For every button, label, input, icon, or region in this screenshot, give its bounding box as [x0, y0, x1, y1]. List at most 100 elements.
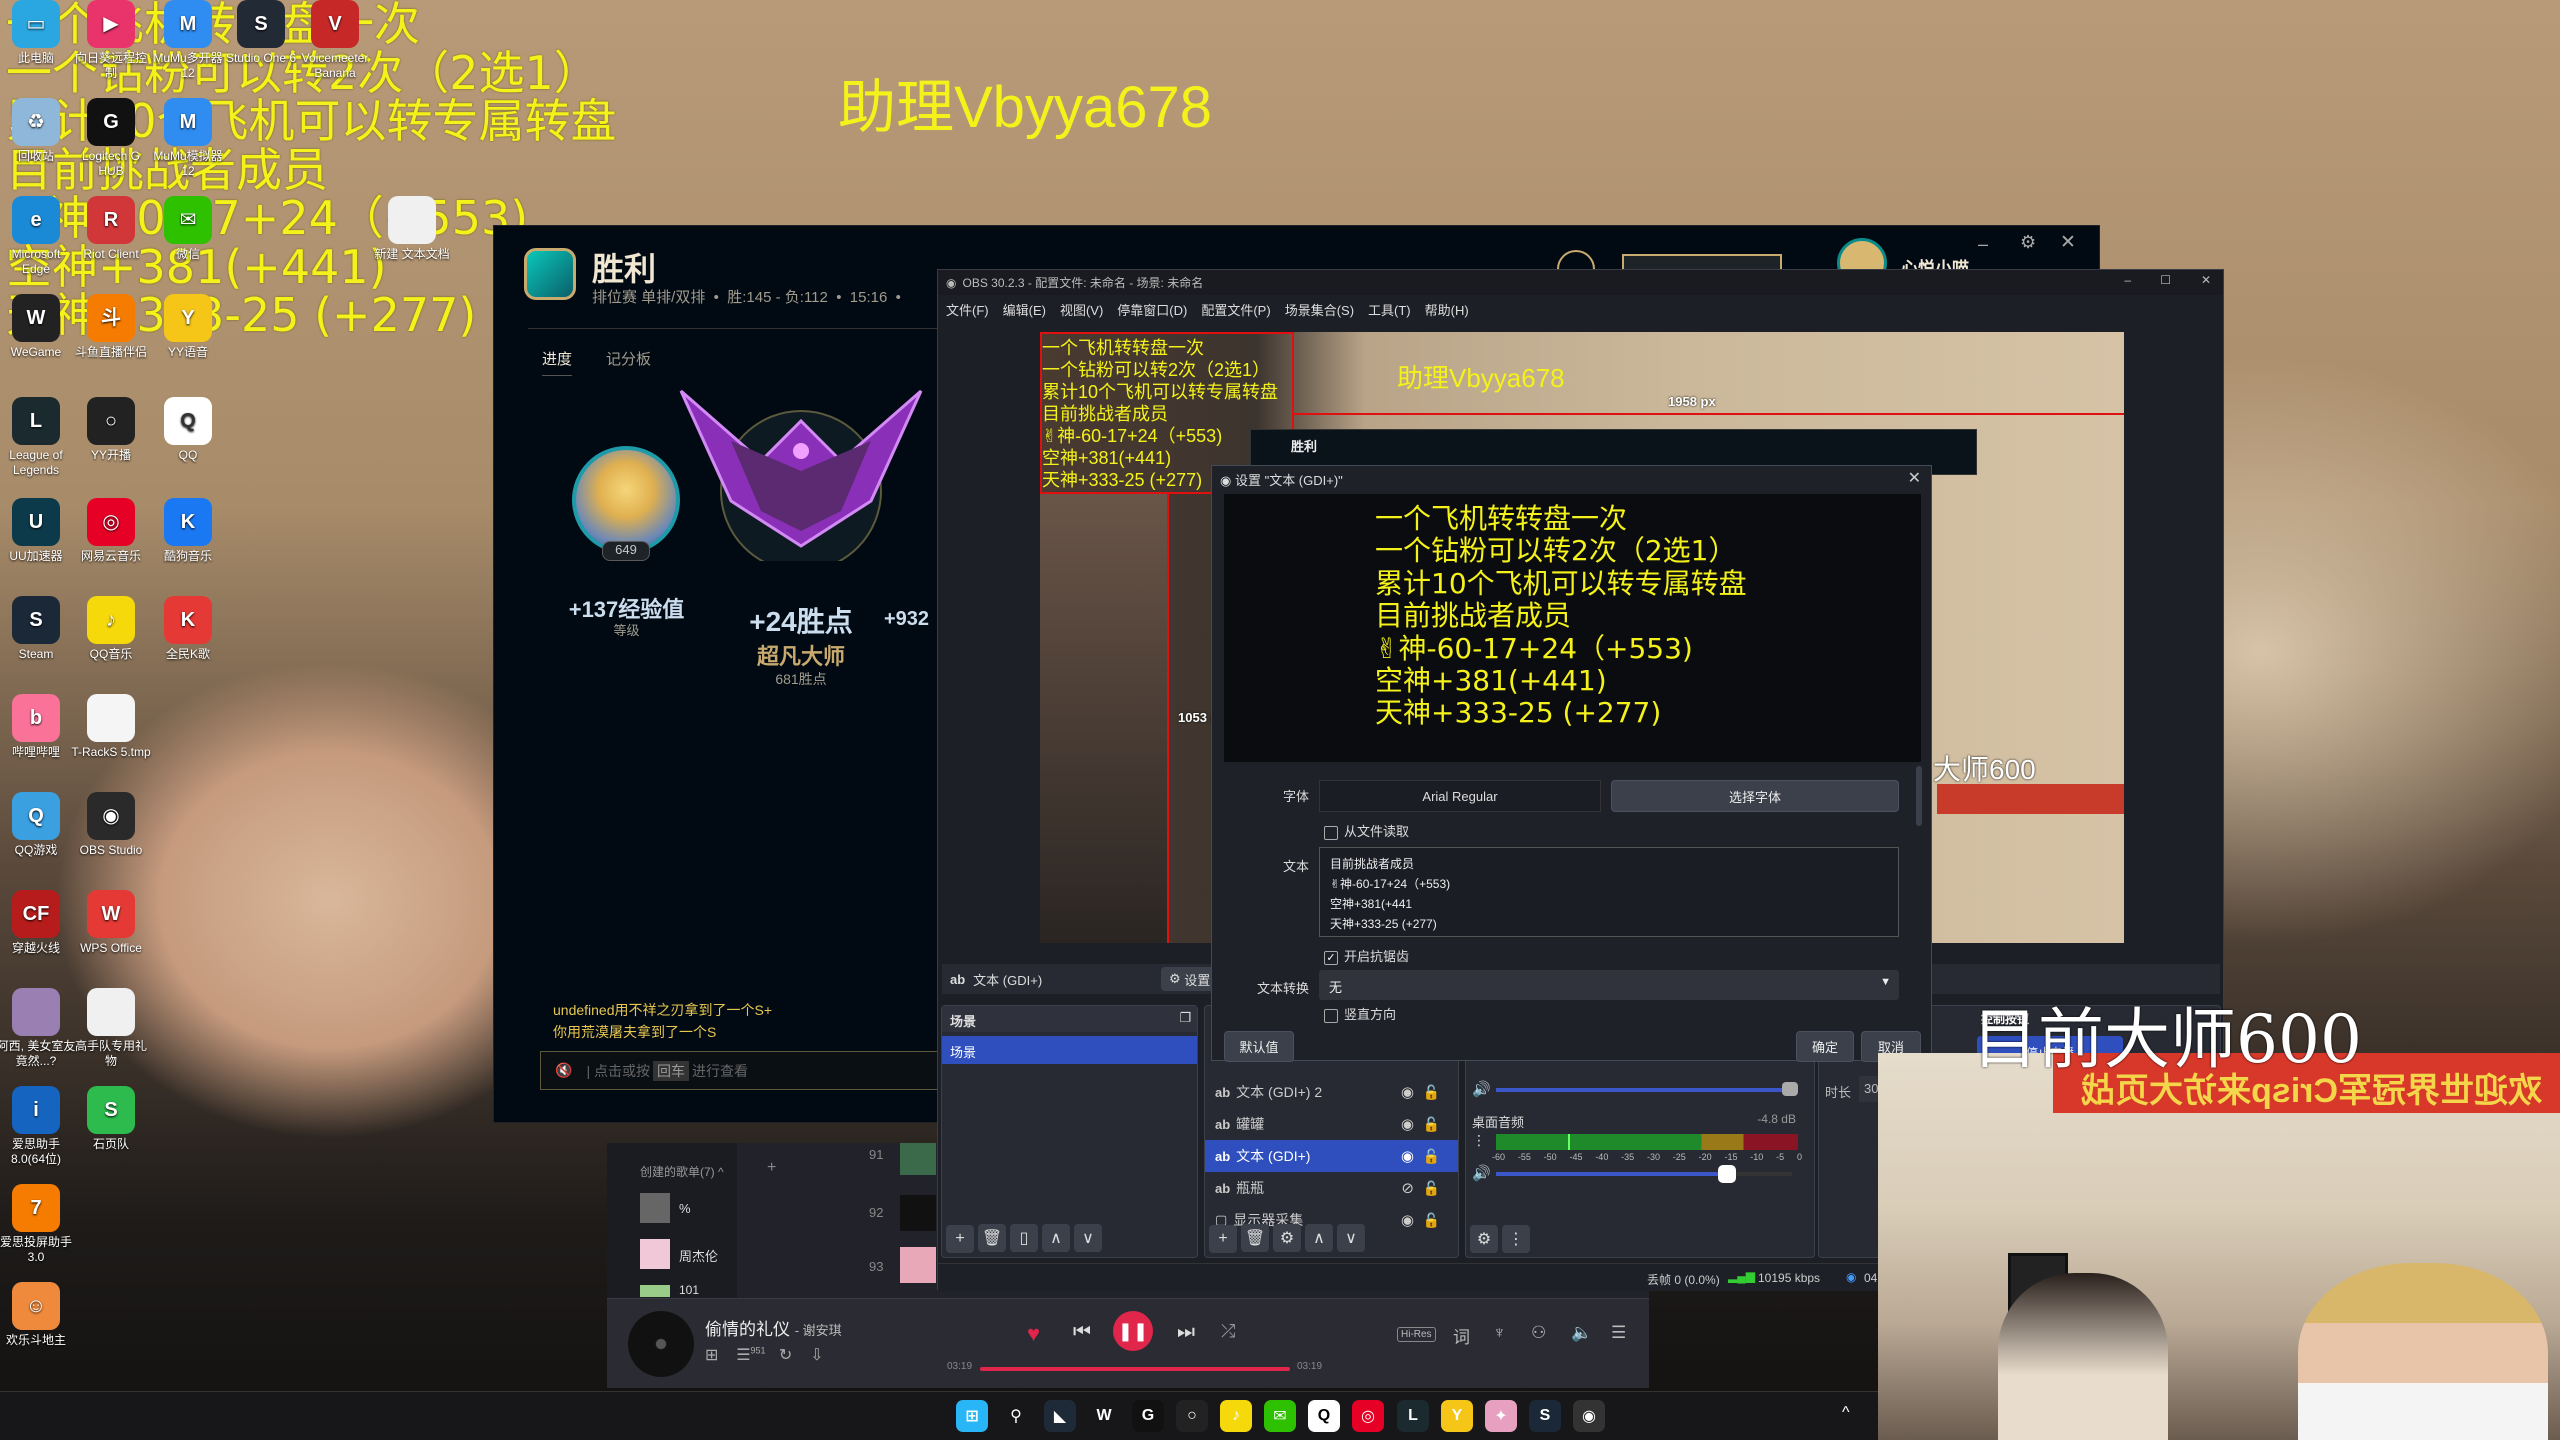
next-icon[interactable]: ⏭ [1177, 1321, 1195, 1344]
desktop-icon[interactable]: M MuMu模拟器12 [148, 98, 228, 179]
chat-input[interactable]: 🔇 | 点击或按 回车 进行查看 [540, 1051, 960, 1090]
menu-item[interactable]: 帮助(H) [1425, 303, 1469, 318]
move-down-button[interactable]: ∨ [1337, 1224, 1365, 1252]
taskbar-steam-icon[interactable]: S [1529, 1400, 1561, 1432]
eye-icon[interactable]: ◉ [1401, 1083, 1414, 1101]
desktop-icon[interactable]: L League of Legends [0, 397, 76, 478]
eye-icon[interactable]: ◉ [1401, 1211, 1414, 1229]
lock-icon[interactable]: 🔓 [1423, 1084, 1440, 1101]
desktop-icon[interactable]: b 哔哩哔哩 [0, 694, 76, 760]
close-icon[interactable]: ✕ [2201, 273, 2211, 287]
taskbar-ghub-icon[interactable]: G [1132, 1400, 1164, 1432]
close-icon[interactable]: ✕ [2060, 231, 2076, 254]
add-scene-button[interactable]: + [946, 1225, 974, 1253]
advanced-audio-button[interactable]: ⚙ [1470, 1225, 1498, 1253]
volume-slider-handle[interactable] [1782, 1082, 1798, 1096]
playlist-item[interactable]: 周杰伦 [679, 1246, 718, 1265]
source-item[interactable]: ab 文本 (GDI+) ◉ 🔓 [1205, 1140, 1458, 1172]
source-item[interactable]: ab 文本 (GDI+) 2 ◉ 🔓 [1205, 1076, 1458, 1108]
ok-button[interactable]: 确定 [1796, 1031, 1854, 1062]
shuffle-icon[interactable]: ⤮ [1221, 1321, 1235, 1342]
source-item[interactable]: ab 瓶瓶 ⊘ 🔓 [1205, 1172, 1458, 1204]
desktop-icon[interactable]: ▭ 此电脑 [0, 0, 76, 66]
add-source-button[interactable]: + [1209, 1225, 1237, 1253]
menu-item[interactable]: 配置文件(P) [1201, 303, 1270, 318]
desktop-icon[interactable]: i 爱思助手8.0(64位) [0, 1086, 76, 1167]
download-icon[interactable]: ⇩ [810, 1347, 823, 1364]
mute-icon[interactable]: 🔇 [555, 1062, 572, 1079]
volume-icon[interactable]: 🔈 [1571, 1323, 1592, 1343]
desktop-icon[interactable]: R Riot Client [71, 196, 151, 262]
taskbar-netease-icon[interactable]: ◎ [1352, 1400, 1384, 1432]
lock-icon[interactable]: 🔓 [1423, 1212, 1440, 1229]
song-title[interactable]: 偷情的礼仪 [705, 1320, 790, 1339]
desktop-icon[interactable]: U UU加速器 [0, 498, 76, 564]
desktop-icon[interactable]: CF 穿越火线 [0, 890, 76, 956]
desktop-icon[interactable]: ♻ 回收站 [0, 98, 76, 164]
desktop-icon[interactable]: ▶ 向日葵远程控制 [71, 0, 151, 81]
menu-item[interactable]: 工具(T) [1368, 303, 1411, 318]
progress-bar[interactable] [980, 1367, 1290, 1371]
checkbox-icon[interactable] [1324, 1008, 1338, 1023]
desktop-icon[interactable]: K 酷狗音乐 [148, 498, 228, 564]
menu-item[interactable]: 场景集合(S) [1285, 303, 1354, 318]
hires-badge[interactable]: Hi-Res [1397, 1327, 1436, 1342]
maximize-icon[interactable]: ☐ [2160, 273, 2171, 287]
speaker-icon[interactable]: 🔊 [1472, 1164, 1491, 1182]
minimize-icon[interactable]: – [1978, 234, 1988, 255]
share-icon[interactable]: ↻ [779, 1347, 792, 1364]
desktop-icon[interactable]: W WPS Office [71, 890, 151, 956]
scene-item[interactable]: 场景 [942, 1036, 1197, 1064]
mixer-menu-button[interactable]: ⋮ [1502, 1225, 1530, 1253]
menu-item[interactable]: 视图(V) [1060, 303, 1103, 318]
add-to-playlist-icon[interactable]: ⊞ [705, 1347, 718, 1364]
scene-filter-button[interactable]: ▯ [1010, 1224, 1038, 1252]
lock-icon[interactable]: 🔓 [1423, 1180, 1440, 1197]
gear-icon[interactable]: ⚙ [2020, 232, 2036, 253]
desktop-icon[interactable]: e Microsoft Edge [0, 196, 76, 277]
desktop-icon[interactable]: Q QQ [148, 397, 228, 463]
desktop-icon[interactable]: S Steam [0, 596, 76, 662]
eye-off-icon[interactable]: ⊘ [1401, 1179, 1414, 1197]
desktop-icon[interactable]: 斗斗鱼直播伴侣 [71, 294, 151, 360]
text-input[interactable]: 目前挑战者成员 ✌神-60-17+24（+553) 空神+381(+441 天神+33… [1319, 847, 1899, 937]
sound-effect-icon[interactable]: ♆ [1493, 1323, 1506, 1343]
desktop-icon[interactable]: ◉ OBS Studio [71, 792, 151, 858]
move-down-button[interactable]: ∨ [1074, 1224, 1102, 1252]
playlist-item[interactable]: 101 [679, 1283, 699, 1297]
desktop-icon[interactable]: G Logitech G HUB [71, 98, 151, 179]
vertical-checkbox[interactable]: 竖直方向 [1324, 1007, 1396, 1023]
lock-icon[interactable]: 🔓 [1423, 1116, 1440, 1133]
artist-name[interactable]: - 谢安琪 [795, 1323, 842, 1338]
menu-item[interactable]: 停靠窗口(D) [1117, 303, 1187, 318]
desktop-icon[interactable]: ♪ QQ音乐 [71, 596, 151, 662]
tab-progress[interactable]: 进度 [542, 348, 573, 376]
taskbar-wheel-icon[interactable]: ✦ [1485, 1400, 1517, 1432]
desktop-icon[interactable]: S Studio One 6 [221, 0, 301, 66]
desktop-icon[interactable]: ◎ 网易云音乐 [71, 498, 151, 564]
source-settings-button[interactable]: ⚙ 设置 [1161, 967, 1219, 991]
desktop-icon[interactable]: K 全民K歌 [148, 596, 228, 662]
text-transform-select[interactable]: 无 ▼ [1319, 970, 1899, 1000]
audio-menu-icon[interactable]: ⋮ [1472, 1132, 1486, 1149]
read-from-file-checkbox[interactable]: 从文件读取 [1324, 821, 1409, 840]
heart-icon[interactable]: ♥ [1027, 1321, 1040, 1347]
taskbar-app-icon[interactable]: ◣ [1044, 1400, 1076, 1432]
taskbar-wechat-icon[interactable]: ✉ [1264, 1400, 1296, 1432]
comments-icon[interactable]: ☰ [736, 1347, 750, 1364]
desktop-icon[interactable]: ☺ 欢乐斗地主 [0, 1282, 76, 1348]
taskbar-search-icon[interactable]: ⚲ [1000, 1400, 1032, 1432]
desktop-icon[interactable]: 7 爱思投屏助手3.0 [0, 1184, 76, 1265]
volume-slider[interactable] [1496, 1172, 1792, 1176]
listen-together-icon[interactable]: ⚇ [1531, 1323, 1546, 1343]
playlist-header[interactable]: 创建的歌单(7) ^ [640, 1163, 724, 1180]
taskbar-yyvoice-icon[interactable]: Y [1441, 1400, 1473, 1432]
taskbar-obs-icon[interactable]: ◉ [1573, 1400, 1605, 1432]
speaker-icon[interactable]: 🔊 [1472, 1080, 1491, 1098]
desktop-icon[interactable]: S 石页队 [71, 1086, 151, 1152]
taskbar-qq-icon[interactable]: Q [1308, 1400, 1340, 1432]
close-icon[interactable]: ✕ [1908, 468, 1921, 488]
desktop-icon[interactable]: 高手队专用礼物 [71, 988, 151, 1069]
menu-item[interactable]: 编辑(E) [1003, 303, 1046, 318]
defaults-button[interactable]: 默认值 [1224, 1031, 1294, 1062]
